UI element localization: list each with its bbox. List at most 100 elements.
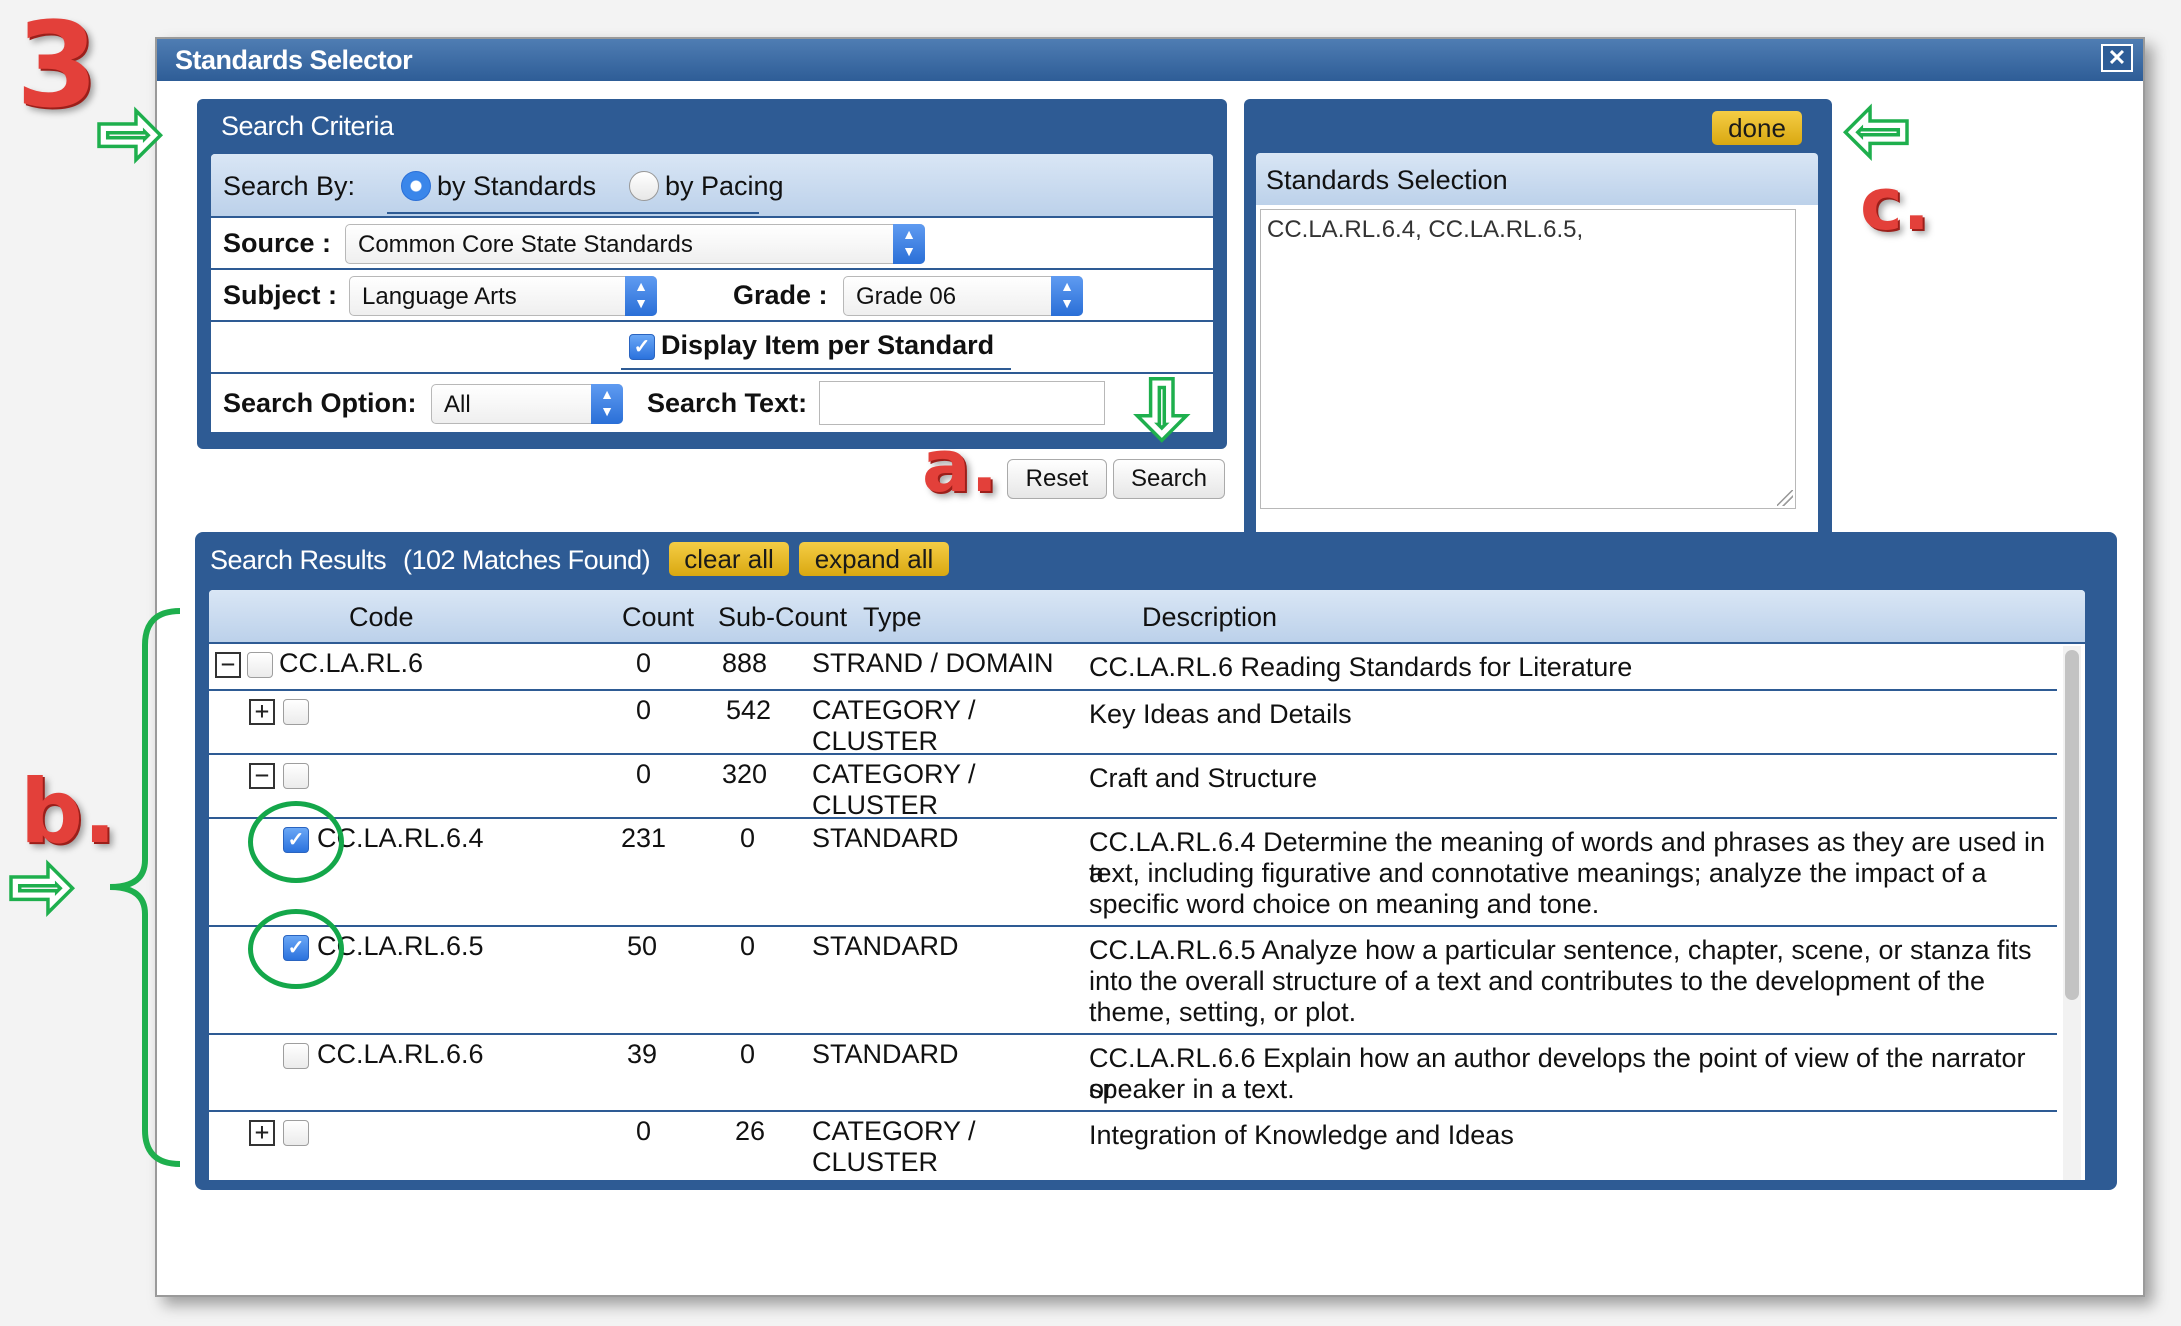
step-number-annotation: 3: [16, 0, 99, 134]
search-text-label: Search Text:: [647, 388, 808, 418]
row-type: STANDARD: [812, 823, 959, 853]
by-standards-radio[interactable]: [401, 171, 431, 201]
collapse-icon[interactable]: −: [215, 652, 241, 678]
row-subcount: 542: [726, 695, 772, 725]
search-results-panel: Search Results (102 Matches Found) clear…: [195, 532, 2117, 1190]
clear-all-button[interactable]: clear all: [669, 542, 789, 576]
search-option-value: All: [444, 391, 471, 418]
display-item-label[interactable]: Display Item per Standard: [661, 330, 994, 361]
source-select[interactable]: Common Core State Standards ▲ ▼: [345, 224, 925, 264]
display-item-underline: [621, 368, 1011, 370]
source-label: Source :: [223, 228, 332, 258]
row-description: Craft and Structure: [1089, 763, 1318, 793]
chevron-updown-icon: ▲ ▼: [591, 384, 623, 424]
arrow-left-icon: ⇦: [1843, 85, 1914, 174]
search-by-underline: [387, 212, 759, 214]
row-subcount: 26: [735, 1116, 766, 1146]
by-standards-label[interactable]: by Standards: [437, 171, 596, 202]
expand-icon[interactable]: +: [249, 699, 275, 725]
standards-selection-panel: done Standards Selection CC.LA.RL.6.4, C…: [1244, 99, 1832, 557]
row-description: Integration of Knowledge and Ideas: [1089, 1120, 1514, 1150]
search-criteria-form: Search By: by Standards by Pacing Source…: [211, 154, 1213, 432]
dialog-title: Standards Selector: [157, 39, 2143, 81]
row-count: 0: [636, 695, 652, 725]
row-subcount: 0: [740, 823, 756, 853]
results-scrollbar[interactable]: [2063, 646, 2081, 1180]
row-checkbox[interactable]: [283, 763, 309, 789]
expand-icon[interactable]: +: [249, 1120, 275, 1146]
by-pacing-radio[interactable]: [629, 171, 659, 201]
row-subcount: 0: [740, 1039, 756, 1069]
table-row: + 0 26 CATEGORY / CLUSTER Integration of…: [209, 1112, 2057, 1180]
row-type: STANDARD: [812, 1039, 959, 1069]
row-count: 231: [621, 823, 667, 853]
close-icon[interactable]: ✕: [2101, 44, 2133, 72]
grade-value: Grade 06: [856, 283, 957, 310]
grade-select[interactable]: Grade 06 ▲ ▼: [843, 276, 1083, 316]
table-row: CC.LA.RL.6.6 39 0 STANDARD CC.LA.RL.6.6 …: [209, 1035, 2057, 1112]
source-value: Common Core State Standards: [358, 231, 693, 258]
search-text-input[interactable]: [819, 381, 1105, 425]
standards-selection-text: CC.LA.RL.6.4, CC.LA.RL.6.5,: [1267, 216, 1584, 243]
results-header-row: Code Count Sub-Count Type Description: [209, 590, 2085, 644]
display-item-row: ✓ Display Item per Standard: [211, 322, 1213, 374]
row-type: CATEGORY /: [812, 1116, 976, 1146]
resize-grip-icon[interactable]: [1777, 490, 1793, 506]
subject-label: Subject :: [223, 280, 338, 310]
bracket-icon: [109, 608, 181, 1167]
arrow-right-icon: ⇨: [95, 88, 166, 177]
row-checkbox[interactable]: [283, 699, 309, 725]
scrollbar-thumb[interactable]: [2065, 650, 2079, 1000]
highlight-circle: [248, 801, 344, 883]
row-subcount: 888: [722, 648, 768, 678]
standards-selection-textarea[interactable]: CC.LA.RL.6.4, CC.LA.RL.6.5,: [1260, 209, 1796, 509]
col-description-header[interactable]: Description: [1142, 602, 1277, 633]
search-by-label: Search By:: [223, 171, 356, 201]
table-row: − CC.LA.RL.6 0 888 STRAND / DOMAIN CC.LA…: [209, 644, 2057, 691]
row-description: Key Ideas and Details: [1089, 699, 1352, 729]
col-subcount-header[interactable]: Sub-Count: [718, 602, 847, 633]
grade-label: Grade :: [733, 280, 828, 310]
col-type-header[interactable]: Type: [863, 602, 922, 633]
table-row: ✓ CC.LA.RL.6.5 50 0 STANDARD CC.LA.RL.6.…: [209, 927, 2057, 1035]
source-row: Source : Common Core State Standards ▲ ▼: [211, 218, 1213, 270]
row-checkbox[interactable]: [283, 1043, 309, 1069]
chevron-updown-icon: ▲ ▼: [1051, 276, 1083, 316]
subject-select[interactable]: Language Arts ▲ ▼: [349, 276, 657, 316]
row-checkbox[interactable]: [247, 652, 273, 678]
row-count: 0: [636, 759, 652, 789]
expand-all-button[interactable]: expand all: [799, 542, 949, 576]
search-option-select[interactable]: All ▲ ▼: [431, 384, 623, 424]
done-button[interactable]: done: [1712, 111, 1802, 145]
row-subcount: 320: [722, 759, 768, 789]
col-code-header[interactable]: Code: [349, 602, 414, 633]
search-criteria-title: Search Criteria: [221, 111, 394, 141]
standards-selection-frame: CC.LA.RL.6.4, CC.LA.RL.6.5,: [1256, 205, 1818, 543]
arrow-down-icon: ⇩: [1127, 365, 1198, 454]
row-type: STRAND / DOMAIN: [812, 648, 1054, 678]
row-description-line3: specific word choice on meaning and tone…: [1089, 889, 1600, 919]
row-type-line2: CLUSTER: [812, 790, 939, 820]
display-item-checkbox[interactable]: ✓: [629, 334, 655, 360]
row-type-line2: CLUSTER: [812, 726, 939, 756]
standards-selection-title: Standards Selection: [1266, 165, 1508, 195]
search-by-row: Search By: by Standards by Pacing: [211, 154, 1213, 218]
row-description: CC.LA.RL.6 Reading Standards for Literat…: [1089, 652, 1633, 682]
row-type: CATEGORY /: [812, 695, 976, 725]
search-option-row: Search Option: All ▲ ▼ Search Text:: [211, 374, 1213, 432]
row-type: STANDARD: [812, 931, 959, 961]
subject-grade-row: Subject : Language Arts ▲ ▼ Grade : Grade…: [211, 270, 1213, 322]
row-description: CC.LA.RL.6.5 Analyze how a particular se…: [1089, 935, 2032, 965]
reset-button[interactable]: Reset: [1007, 459, 1107, 499]
collapse-icon[interactable]: −: [249, 763, 275, 789]
row-description-line2: text, including figurative and connotati…: [1089, 858, 1987, 888]
by-pacing-label[interactable]: by Pacing: [665, 171, 784, 202]
chevron-updown-icon: ▲ ▼: [625, 276, 657, 316]
col-count-header[interactable]: Count: [622, 602, 694, 633]
row-count: 0: [636, 1116, 652, 1146]
table-row: ✓ CC.LA.RL.6.4 231 0 STANDARD CC.LA.RL.6…: [209, 819, 2057, 927]
standards-selection-header: Standards Selection: [1256, 153, 1818, 205]
row-checkbox[interactable]: [283, 1120, 309, 1146]
label-b-annotation: b.: [20, 760, 117, 863]
search-button[interactable]: Search: [1113, 459, 1225, 499]
